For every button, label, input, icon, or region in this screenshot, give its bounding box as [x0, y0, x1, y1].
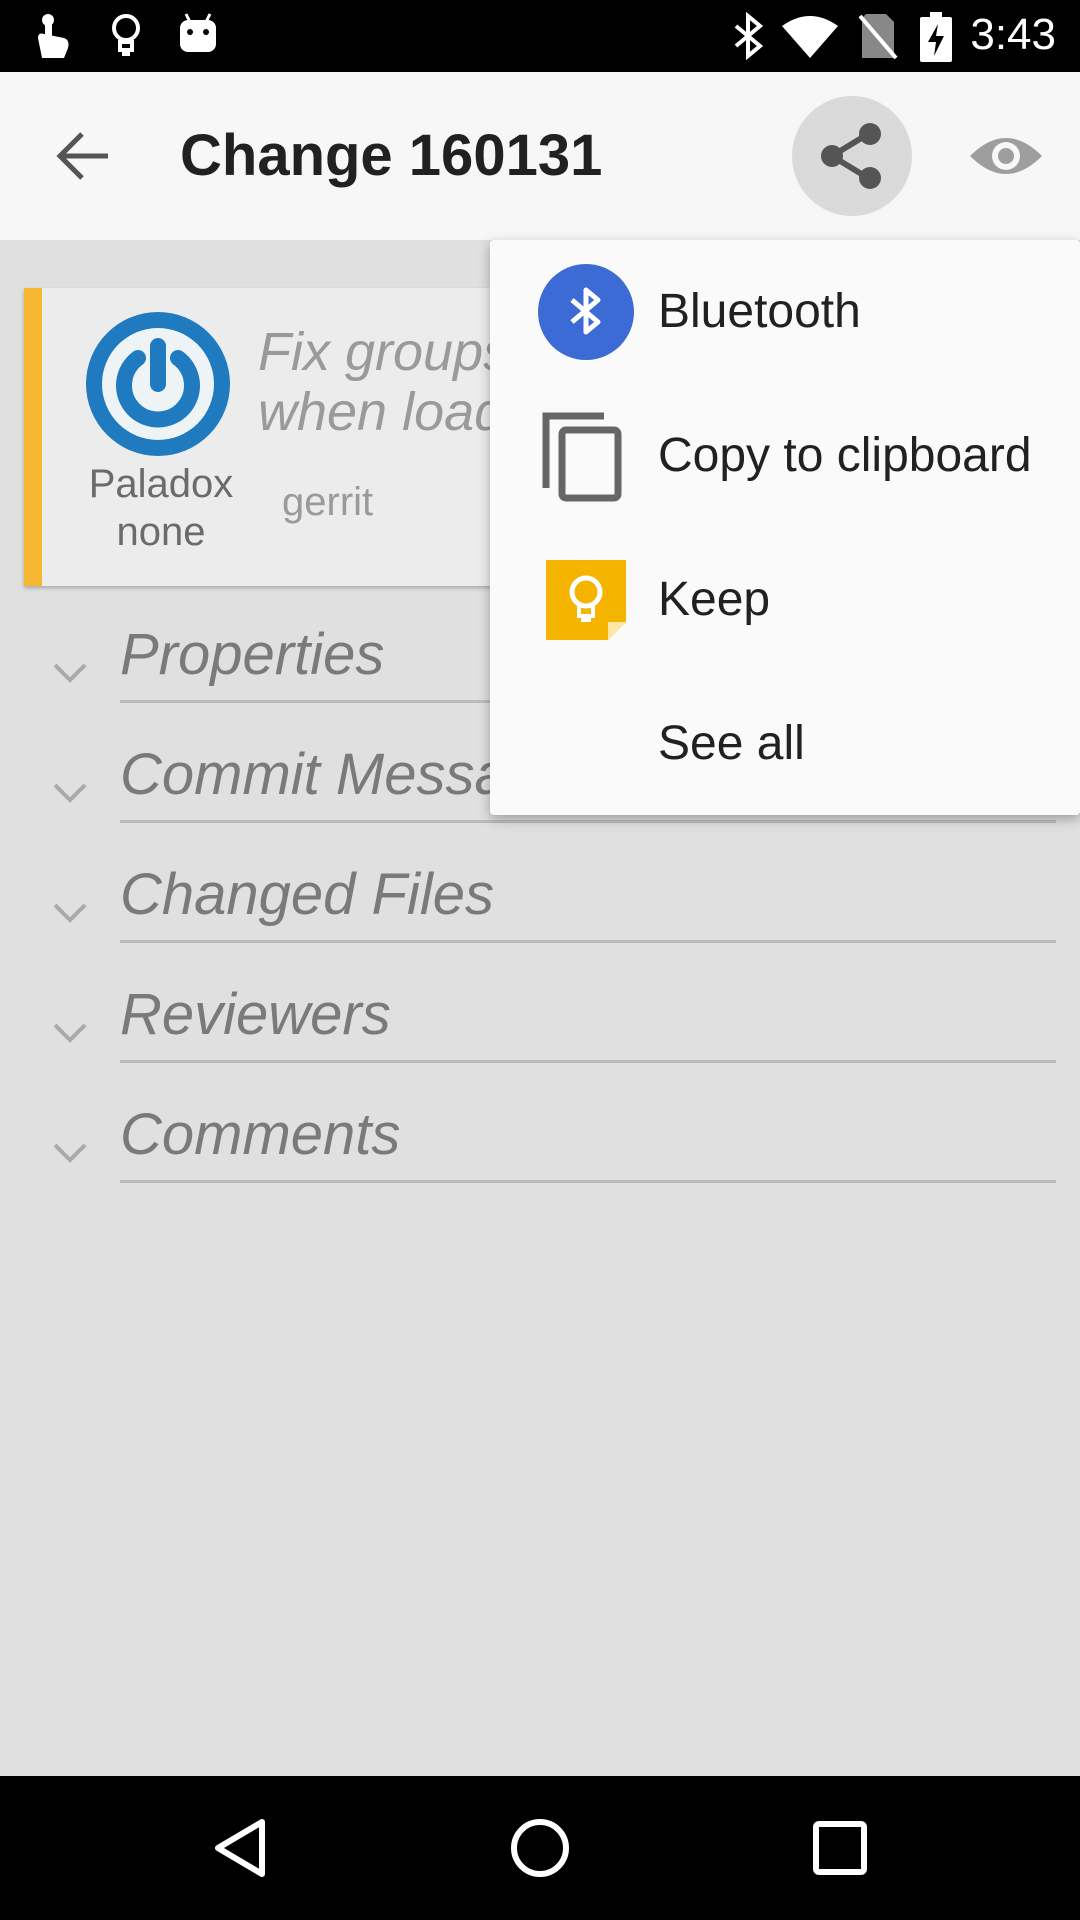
- chevron-down-icon: [53, 783, 87, 803]
- share-item-label: Bluetooth: [658, 285, 861, 338]
- share-item-label: Copy to clipboard: [658, 429, 1032, 482]
- status-bar: 3:43: [0, 0, 1080, 72]
- share-menu: Bluetooth Copy to clipboard Keep See all: [490, 240, 1080, 815]
- share-item-see-all[interactable]: See all: [490, 672, 1080, 816]
- battery-charging-icon: [920, 12, 952, 62]
- chevron-down-icon: [53, 663, 87, 683]
- avatar: [86, 312, 230, 456]
- android-icon: [180, 13, 216, 52]
- share-item-bluetooth[interactable]: Bluetooth: [490, 240, 1080, 384]
- bluetooth-icon: [538, 264, 634, 360]
- section-changed-files[interactable]: Changed Files: [0, 860, 1080, 980]
- chevron-down-icon: [53, 1143, 87, 1163]
- chevron-down-icon: [53, 903, 87, 923]
- change-subject: Fix groups when load: [258, 322, 518, 442]
- status-stripe: [24, 288, 42, 586]
- wifi-icon: [782, 16, 838, 58]
- section-label: Comments: [120, 1102, 401, 1167]
- divider: [120, 940, 1056, 943]
- section-comments[interactable]: Comments: [0, 1100, 1080, 1220]
- power-icon: [102, 328, 214, 440]
- owner-name: Paladox: [88, 462, 234, 506]
- section-label: Properties: [120, 622, 385, 687]
- share-item-copy[interactable]: Copy to clipboard: [490, 384, 1080, 528]
- divider: [120, 1060, 1056, 1063]
- project-name: gerrit: [282, 480, 374, 524]
- system-nav-bar: [0, 1776, 1080, 1920]
- touch-icon: [38, 14, 69, 58]
- arrow-back-icon[interactable]: [52, 122, 120, 190]
- back-triangle-icon[interactable]: [210, 1816, 270, 1880]
- page-title: Change 160131: [180, 123, 603, 188]
- share-item-label: See all: [658, 717, 805, 770]
- lightbulb-icon: [112, 14, 140, 56]
- subject-line-2: when load: [258, 382, 505, 442]
- share-item-keep[interactable]: Keep: [490, 528, 1080, 672]
- app-toolbar: Change 160131: [0, 72, 1080, 240]
- eye-icon[interactable]: [968, 126, 1044, 186]
- status-time: 3:43: [970, 10, 1056, 59]
- divider: [120, 820, 1056, 823]
- recents-square-icon[interactable]: [812, 1820, 868, 1876]
- share-button[interactable]: [792, 96, 912, 216]
- home-circle-icon[interactable]: [508, 1816, 572, 1880]
- chevron-down-icon: [53, 1023, 87, 1043]
- subject-line-1: Fix groups: [258, 322, 511, 382]
- no-sim-icon: [858, 14, 898, 60]
- divider: [120, 1180, 1056, 1183]
- share-item-label: Keep: [658, 573, 771, 626]
- section-label: Commit Messa: [120, 742, 507, 807]
- share-icon: [821, 123, 881, 189]
- section-label: Reviewers: [120, 982, 391, 1047]
- copy-icon: [542, 412, 622, 502]
- section-label: Changed Files: [120, 862, 494, 927]
- bluetooth-icon: [734, 12, 764, 60]
- section-reviewers[interactable]: Reviewers: [0, 980, 1080, 1100]
- owner-status: none: [116, 510, 206, 554]
- keep-icon: [546, 560, 626, 640]
